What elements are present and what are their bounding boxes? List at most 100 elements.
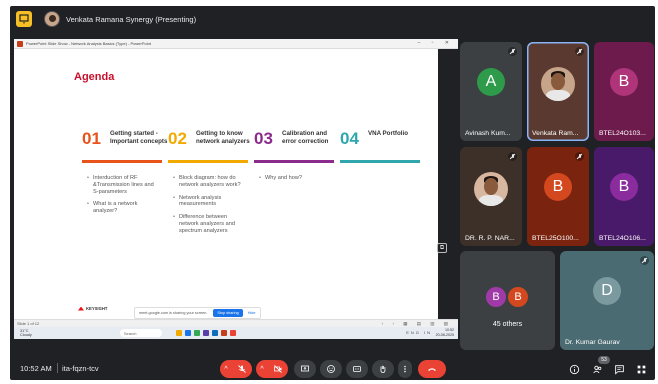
participant-photo <box>541 66 575 101</box>
agenda-number: 03 <box>254 129 273 148</box>
presenter-name: Venkata Ramana Synergy (Presenting) <box>66 14 197 24</box>
agenda-bullet: What is a network analyzer? <box>87 201 159 215</box>
end-call-icon[interactable] <box>418 360 446 378</box>
weather-widget[interactable]: 31°C Cloudy <box>20 329 32 337</box>
chrome-icon[interactable] <box>193 330 200 336</box>
keysight-logo-icon <box>78 306 84 311</box>
agenda-bullets: Why and how? <box>259 175 331 188</box>
agenda-bullets: Interduction of RF &Transmission lines a… <box>87 175 159 221</box>
outlook-icon[interactable] <box>211 330 218 336</box>
powerpoint-icon <box>17 40 23 47</box>
slide: Agenda 01 Getting started - Important con… <box>56 49 422 319</box>
agenda-number: 04 <box>340 129 359 148</box>
stop-sharing-button[interactable]: Stop sharing <box>213 309 243 317</box>
others-avatar: B <box>506 285 530 309</box>
others-count-label: 45 others <box>492 321 523 328</box>
others-avatar: B <box>484 285 508 309</box>
hide-share-bar-button[interactable]: Hide <box>248 311 256 315</box>
slide-counter: Slide 1 of 12 <box>17 321 40 326</box>
taskbar-clock[interactable]: 10:52 20-08-2025 <box>436 328 454 337</box>
taskbar-search[interactable]: Search <box>119 329 162 337</box>
ppt-status-bar: Slide 1 of 12 ‹ › ▦ ▤ ▥ ▧ <box>14 319 458 327</box>
slide-side-strip <box>438 49 458 319</box>
participant-avatar: B <box>610 67 638 96</box>
slide-margin <box>14 49 56 319</box>
present-screen-icon[interactable] <box>294 360 316 378</box>
participant-tile[interactable]: D Dr. Kumar Gaurav <box>560 251 654 350</box>
raise-hand-icon[interactable] <box>372 360 394 378</box>
mic-muted-icon <box>640 256 649 265</box>
info-icon[interactable] <box>567 362 581 376</box>
participant-tile[interactable]: B BTEL24O103... <box>594 42 654 141</box>
participant-photo <box>474 171 508 206</box>
store-icon[interactable] <box>202 330 209 336</box>
agenda-heading: Calibration and error correction <box>282 130 329 145</box>
slide-title: Agenda <box>74 71 115 83</box>
system-tray[interactable]: ENG IN <box>406 330 432 335</box>
participant-name: Dr. Kumar Gaurav <box>565 339 620 346</box>
others-tile[interactable]: B B 45 others <box>460 251 555 350</box>
agenda-heading: Getting started - Important concepts <box>110 130 168 145</box>
mic-muted-icon <box>575 152 584 161</box>
agenda-bullets: Block diagram: how do network analyzers … <box>173 175 245 241</box>
powerpoint-taskbar-icon[interactable] <box>220 330 227 336</box>
ppt-titlebar: PowerPoint Slide Show - Network Analysis… <box>14 39 458 49</box>
agenda-accent-bar <box>340 160 420 163</box>
participant-name: Avinash Kum... <box>465 130 511 137</box>
participant-name: BTEL24O106... <box>599 235 646 242</box>
agenda-bullet: Why and how? <box>259 175 331 182</box>
chat-icon[interactable] <box>612 362 626 376</box>
audio-settings-chevron[interactable]: ^ <box>220 360 232 378</box>
agenda-heading: Getting to know network analyzers <box>196 130 250 145</box>
mic-off-icon[interactable] <box>232 360 252 378</box>
windows-taskbar: 31°C Cloudy Search ENG IN 10:52 20-08-20… <box>14 327 458 339</box>
mic-muted-icon <box>575 47 584 56</box>
agenda-accent-bar <box>82 160 162 163</box>
participant-tile[interactable]: B BTEL24O106... <box>594 147 654 246</box>
file-explorer-icon[interactable] <box>175 330 182 336</box>
ppt-window-title: PowerPoint Slide Show - Network Analysis… <box>26 41 151 46</box>
agenda-heading: VNA Portfolio <box>368 130 408 137</box>
mic-muted-icon <box>508 47 517 56</box>
share-message: meet.google.com is sharing your screen. <box>139 311 208 315</box>
app-icon[interactable] <box>229 330 236 336</box>
edge-icon[interactable] <box>184 330 191 336</box>
brand-logo: KEYSIGHT <box>78 306 107 311</box>
weather-desc: Cloudy <box>20 333 32 337</box>
divider <box>57 363 58 373</box>
mic-muted-icon <box>508 152 517 161</box>
captions-icon[interactable] <box>346 360 368 378</box>
participant-name: BTEL25O100... <box>532 235 579 242</box>
agenda-bullet: Block diagram: how do network analyzers … <box>173 175 245 189</box>
participant-avatar: A <box>477 67 505 96</box>
screen-share-bar: meet.google.com is sharing your screen. … <box>134 307 261 319</box>
more-options-icon[interactable] <box>398 360 412 378</box>
participant-name: BTEL24O103... <box>599 130 646 137</box>
emoji-icon[interactable] <box>320 360 342 378</box>
pip-icon[interactable]: ⧉ <box>437 243 447 253</box>
clock-date: 20-08-2025 <box>435 332 454 337</box>
agenda-bullet: Interduction of RF &Transmission lines a… <box>87 175 159 195</box>
meeting-code: ita-fqzn-tcv <box>62 364 99 373</box>
participant-avatar: B <box>610 172 638 201</box>
window-controls[interactable]: – ▫ ✕ <box>417 40 454 46</box>
camera-off-icon[interactable] <box>268 360 288 378</box>
participant-tile[interactable]: Venkata Ram... <box>527 42 589 141</box>
participant-tile[interactable]: A Avinash Kum... <box>460 42 522 141</box>
agenda-number: 01 <box>82 129 101 148</box>
agenda-accent-bar <box>168 160 248 163</box>
presenter-bar: Venkata Ramana Synergy (Presenting) <box>10 6 655 32</box>
participant-tile[interactable]: B BTEL25O100... <box>527 147 589 246</box>
video-settings-chevron[interactable]: ^ <box>256 360 268 378</box>
participant-count-badge: 53 <box>598 356 610 364</box>
activities-icon[interactable] <box>634 362 648 376</box>
participant-tile[interactable]: DR. R. P. NAR... <box>460 147 522 246</box>
agenda-bullet: Network analysis measurements <box>173 195 245 209</box>
search-label: Search <box>123 330 137 336</box>
present-icon[interactable] <box>16 11 32 27</box>
participant-name: DR. R. P. NAR... <box>465 235 515 242</box>
participant-name: Venkata Ram... <box>532 130 579 137</box>
agenda-number: 02 <box>168 129 187 148</box>
presenter-avatar <box>44 11 60 27</box>
people-icon[interactable] <box>590 362 604 376</box>
